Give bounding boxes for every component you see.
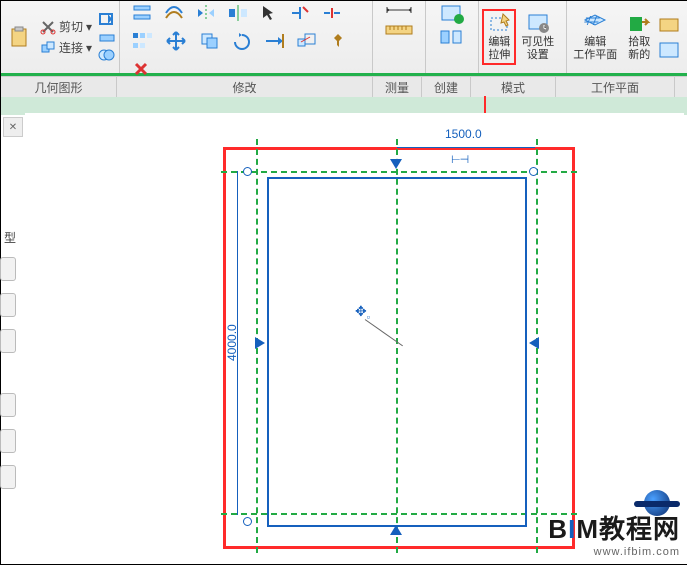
flip-arrow-down[interactable] [390, 159, 402, 169]
tool-slot[interactable] [0, 429, 16, 453]
left-tool-palette [0, 257, 17, 489]
dim-width-value[interactable]: 1500.0 [445, 127, 482, 141]
mirror-draw-icon[interactable] [227, 3, 249, 23]
visibility-button[interactable]: 可见性 设置 [518, 11, 557, 63]
cut-button[interactable]: 剪切 ▾ [38, 17, 94, 36]
scale-icon[interactable] [295, 31, 317, 51]
tool-slot[interactable] [0, 293, 16, 317]
move-icon[interactable] [163, 29, 189, 53]
annotation-redbox [223, 147, 575, 549]
sketch-left[interactable] [267, 177, 269, 527]
grip[interactable] [243, 517, 252, 526]
split-icon[interactable] [321, 3, 343, 23]
create-similar-icon[interactable] [439, 29, 465, 45]
pick-new-button[interactable]: 拾取 新的 [624, 11, 654, 63]
ref-plane-h-top [221, 171, 577, 173]
cut-label: 剪切 [59, 18, 83, 35]
measure-icon[interactable] [384, 23, 414, 37]
panel-measure [373, 1, 426, 73]
trim-icon[interactable] [289, 3, 311, 23]
ref-plane-h-bot [221, 513, 577, 515]
create-group-icon[interactable] [439, 3, 465, 25]
viewer-icon[interactable] [658, 41, 680, 59]
grid-icon [583, 12, 607, 34]
clipboard-icon [7, 26, 31, 48]
logo-sub: www.ifbim.com [548, 546, 680, 558]
grip[interactable] [529, 167, 538, 176]
mirror-pick-icon[interactable] [195, 3, 217, 23]
cope-icon[interactable] [98, 11, 116, 27]
pick-new-label: 拾取 新的 [628, 36, 650, 62]
tool-slot[interactable] [0, 393, 16, 417]
dimension-icon[interactable] [384, 3, 414, 17]
dim-height-line [237, 171, 238, 515]
flip-arrow-right[interactable] [255, 337, 265, 349]
type-label: 型 [4, 229, 16, 246]
panel-geometry: 剪切 ▾ 连接 ▾ [1, 1, 120, 73]
move-cursor-icon: ✥▫ [355, 303, 370, 322]
edit-extrude-label: 编辑 拉伸 [488, 36, 510, 62]
title-create: 创建 [422, 77, 471, 97]
tool-slot[interactable] [0, 257, 16, 281]
extend-icon[interactable] [263, 31, 285, 51]
edit-extrude-icon [487, 12, 511, 34]
title-measure: 测量 [373, 77, 422, 97]
delete-icon[interactable] [131, 59, 153, 79]
align-icon[interactable] [131, 3, 153, 23]
visibility-icon [526, 12, 550, 34]
array-icon[interactable] [131, 31, 153, 51]
panel-close-icon[interactable]: ✕ [3, 117, 23, 137]
show-icon[interactable] [658, 15, 680, 33]
join-geom-icon[interactable] [98, 47, 116, 63]
offset-icon[interactable] [163, 3, 185, 23]
panel-create [426, 1, 479, 73]
ref-plane-v-mid [396, 139, 398, 553]
panel-modify [120, 1, 373, 73]
visibility-label: 可见性 设置 [521, 36, 554, 62]
copy-icon[interactable] [199, 31, 221, 51]
ribbon-toolbar: 剪切 ▾ 连接 ▾ [1, 1, 687, 76]
panel-mode: 编辑 拉伸 可见性 设置 [479, 1, 567, 73]
scissors-icon [40, 19, 56, 35]
join-icon [40, 40, 56, 56]
flip-arrow-up[interactable] [390, 525, 402, 535]
join-button[interactable]: 连接 ▾ [38, 38, 94, 57]
pin-icon[interactable] [327, 31, 349, 51]
select-arrow-icon[interactable] [259, 3, 279, 23]
edit-workplane-button[interactable]: 编辑 工作平面 [570, 11, 620, 63]
sketch-top[interactable] [267, 177, 525, 179]
pick-new-icon [627, 12, 651, 34]
panel-titles: 几何图形 修改 测量 创建 模式 工作平面 [1, 76, 687, 97]
tool-slot[interactable] [0, 329, 16, 353]
flip-arrow-left[interactable] [529, 337, 539, 349]
logo-main: BIMBIM教程网教程网 [548, 509, 680, 546]
title-mode: 模式 [471, 77, 556, 97]
rotate-icon[interactable] [231, 31, 253, 51]
grip[interactable] [243, 167, 252, 176]
watermark-logo: BIMBIM教程网教程网 www.ifbim.com [548, 509, 680, 558]
tool-slot[interactable] [0, 465, 16, 489]
cut-geom-icon[interactable] [98, 29, 116, 45]
join-label: 连接 [59, 39, 83, 56]
drawing-canvas[interactable]: 1500.0 ⊢⊣ 4000.0 ✥▫ [25, 113, 684, 558]
title-modify: 修改 [117, 77, 373, 97]
title-workplane: 工作平面 [556, 77, 675, 97]
title-geometry: 几何图形 [1, 77, 117, 97]
dim-width-line [397, 147, 535, 148]
paste-button[interactable] [4, 25, 34, 49]
dim-symbol-icon: ⊢⊣ [451, 153, 468, 166]
edit-extrude-button[interactable]: 编辑 拉伸 [482, 9, 516, 65]
sketch-right[interactable] [525, 177, 527, 527]
edit-workplane-label: 编辑 工作平面 [573, 36, 617, 62]
panel-workplane: 编辑 工作平面 拾取 新的 [567, 1, 687, 73]
